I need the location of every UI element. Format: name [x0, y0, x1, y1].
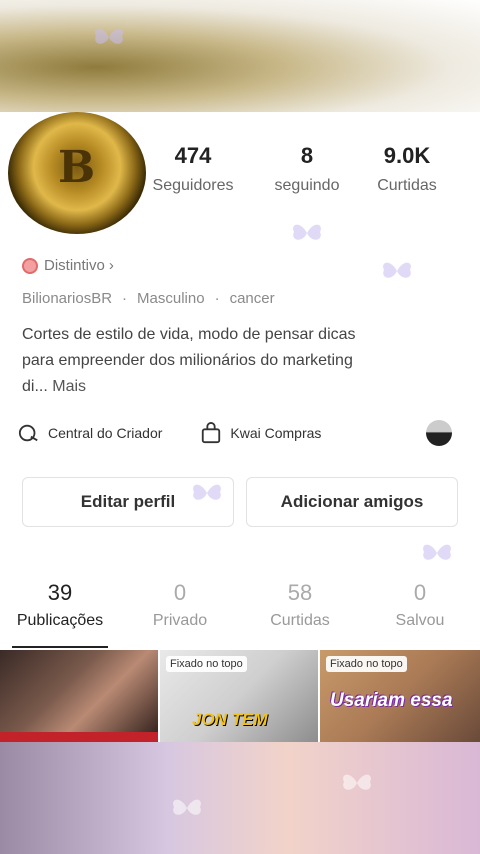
profile-bio: Cortes de estilo de vida, modo de pensar…	[22, 322, 382, 400]
video-thumbnail[interactable]: Fixado no topo JON TEM	[160, 650, 318, 742]
video-grid: Fixado no topo JON TEM Fixado no topo Us…	[0, 650, 480, 742]
tab-count: 0	[173, 580, 187, 605]
video-thumbnail[interactable]: Fixado no topo Usariam essa	[320, 650, 480, 742]
tab-saved[interactable]: 0 Salvou	[360, 580, 480, 630]
butterfly-overlay-strip	[0, 742, 480, 854]
followers-count: 474	[174, 143, 212, 168]
badge-link[interactable]: Distintivo ›	[22, 257, 114, 274]
shopping-bag-icon	[202, 422, 221, 444]
butterfly-icon	[383, 262, 411, 278]
stat-likes[interactable]: 9.0K Curtidas	[352, 143, 462, 195]
tab-count: 39	[47, 580, 73, 605]
profile-name: BilionariosBR	[22, 290, 113, 307]
badge-label: Distintivo	[44, 257, 105, 274]
butterfly-icon	[293, 224, 321, 240]
tab-count: 0	[413, 580, 427, 605]
likes-count: 9.0K	[383, 143, 431, 168]
pinned-label: Fixado no topo	[166, 656, 247, 672]
tab-label: Curtidas	[270, 612, 330, 629]
creator-center-button[interactable]: Central do Criador	[18, 422, 162, 444]
profile-sign: cancer	[229, 290, 275, 307]
likes-label: Curtidas	[377, 177, 437, 194]
video-thumbnail[interactable]	[0, 650, 158, 742]
butterfly-icon	[343, 774, 371, 790]
profile-meta: BilionariosBR · Masculino · cancer	[22, 290, 275, 307]
meta-separator: ·	[122, 290, 128, 307]
tab-count: 58	[287, 580, 313, 605]
kwai-shop-label: Kwai Compras	[230, 425, 322, 441]
creator-center-label: Central do Criador	[48, 425, 163, 441]
more-tools-icon[interactable]	[426, 420, 452, 446]
stat-followers[interactable]: 474 Seguidores	[138, 143, 248, 195]
tab-publications[interactable]: 39 Publicações	[0, 580, 120, 630]
following-count: 8	[300, 143, 314, 168]
tab-label: Privado	[152, 612, 208, 629]
active-tab-indicator	[12, 646, 108, 648]
tab-label: Salvou	[395, 612, 445, 629]
meta-separator: ·	[214, 290, 220, 307]
chevron-right-icon: ›	[108, 257, 114, 274]
bio-more-link[interactable]: Mais	[52, 378, 86, 395]
thumbnail-bar	[0, 732, 158, 742]
following-label: seguindo	[274, 177, 340, 194]
butterfly-icon	[95, 28, 123, 44]
profile-gender: Masculino	[137, 290, 205, 307]
tab-label: Publicações	[16, 612, 104, 629]
tab-private[interactable]: 0 Privado	[120, 580, 240, 630]
profile-tabs: 39 Publicações 0 Privado 58 Curtidas 0 S…	[0, 580, 480, 648]
thumbnail-caption: Usariam essa	[330, 690, 453, 711]
add-friends-button[interactable]: Adicionar amigos	[246, 477, 458, 527]
stat-following[interactable]: 8 seguindo	[252, 143, 362, 195]
butterfly-icon	[173, 799, 201, 815]
badge-icon	[22, 257, 38, 274]
thumbnail-caption: JON TEM	[192, 710, 268, 729]
butterfly-icon	[423, 544, 451, 560]
kwai-shop-button[interactable]: Kwai Compras	[200, 422, 321, 444]
creator-center-icon	[18, 424, 38, 442]
tab-likes[interactable]: 58 Curtidas	[240, 580, 360, 630]
avatar[interactable]	[8, 112, 146, 234]
pinned-label: Fixado no topo	[326, 656, 407, 672]
followers-label: Seguidores	[152, 177, 234, 194]
tools-row: Central do Criador Kwai Compras	[18, 420, 468, 446]
butterfly-icon	[193, 484, 221, 500]
profile-cover-banner	[0, 0, 480, 112]
